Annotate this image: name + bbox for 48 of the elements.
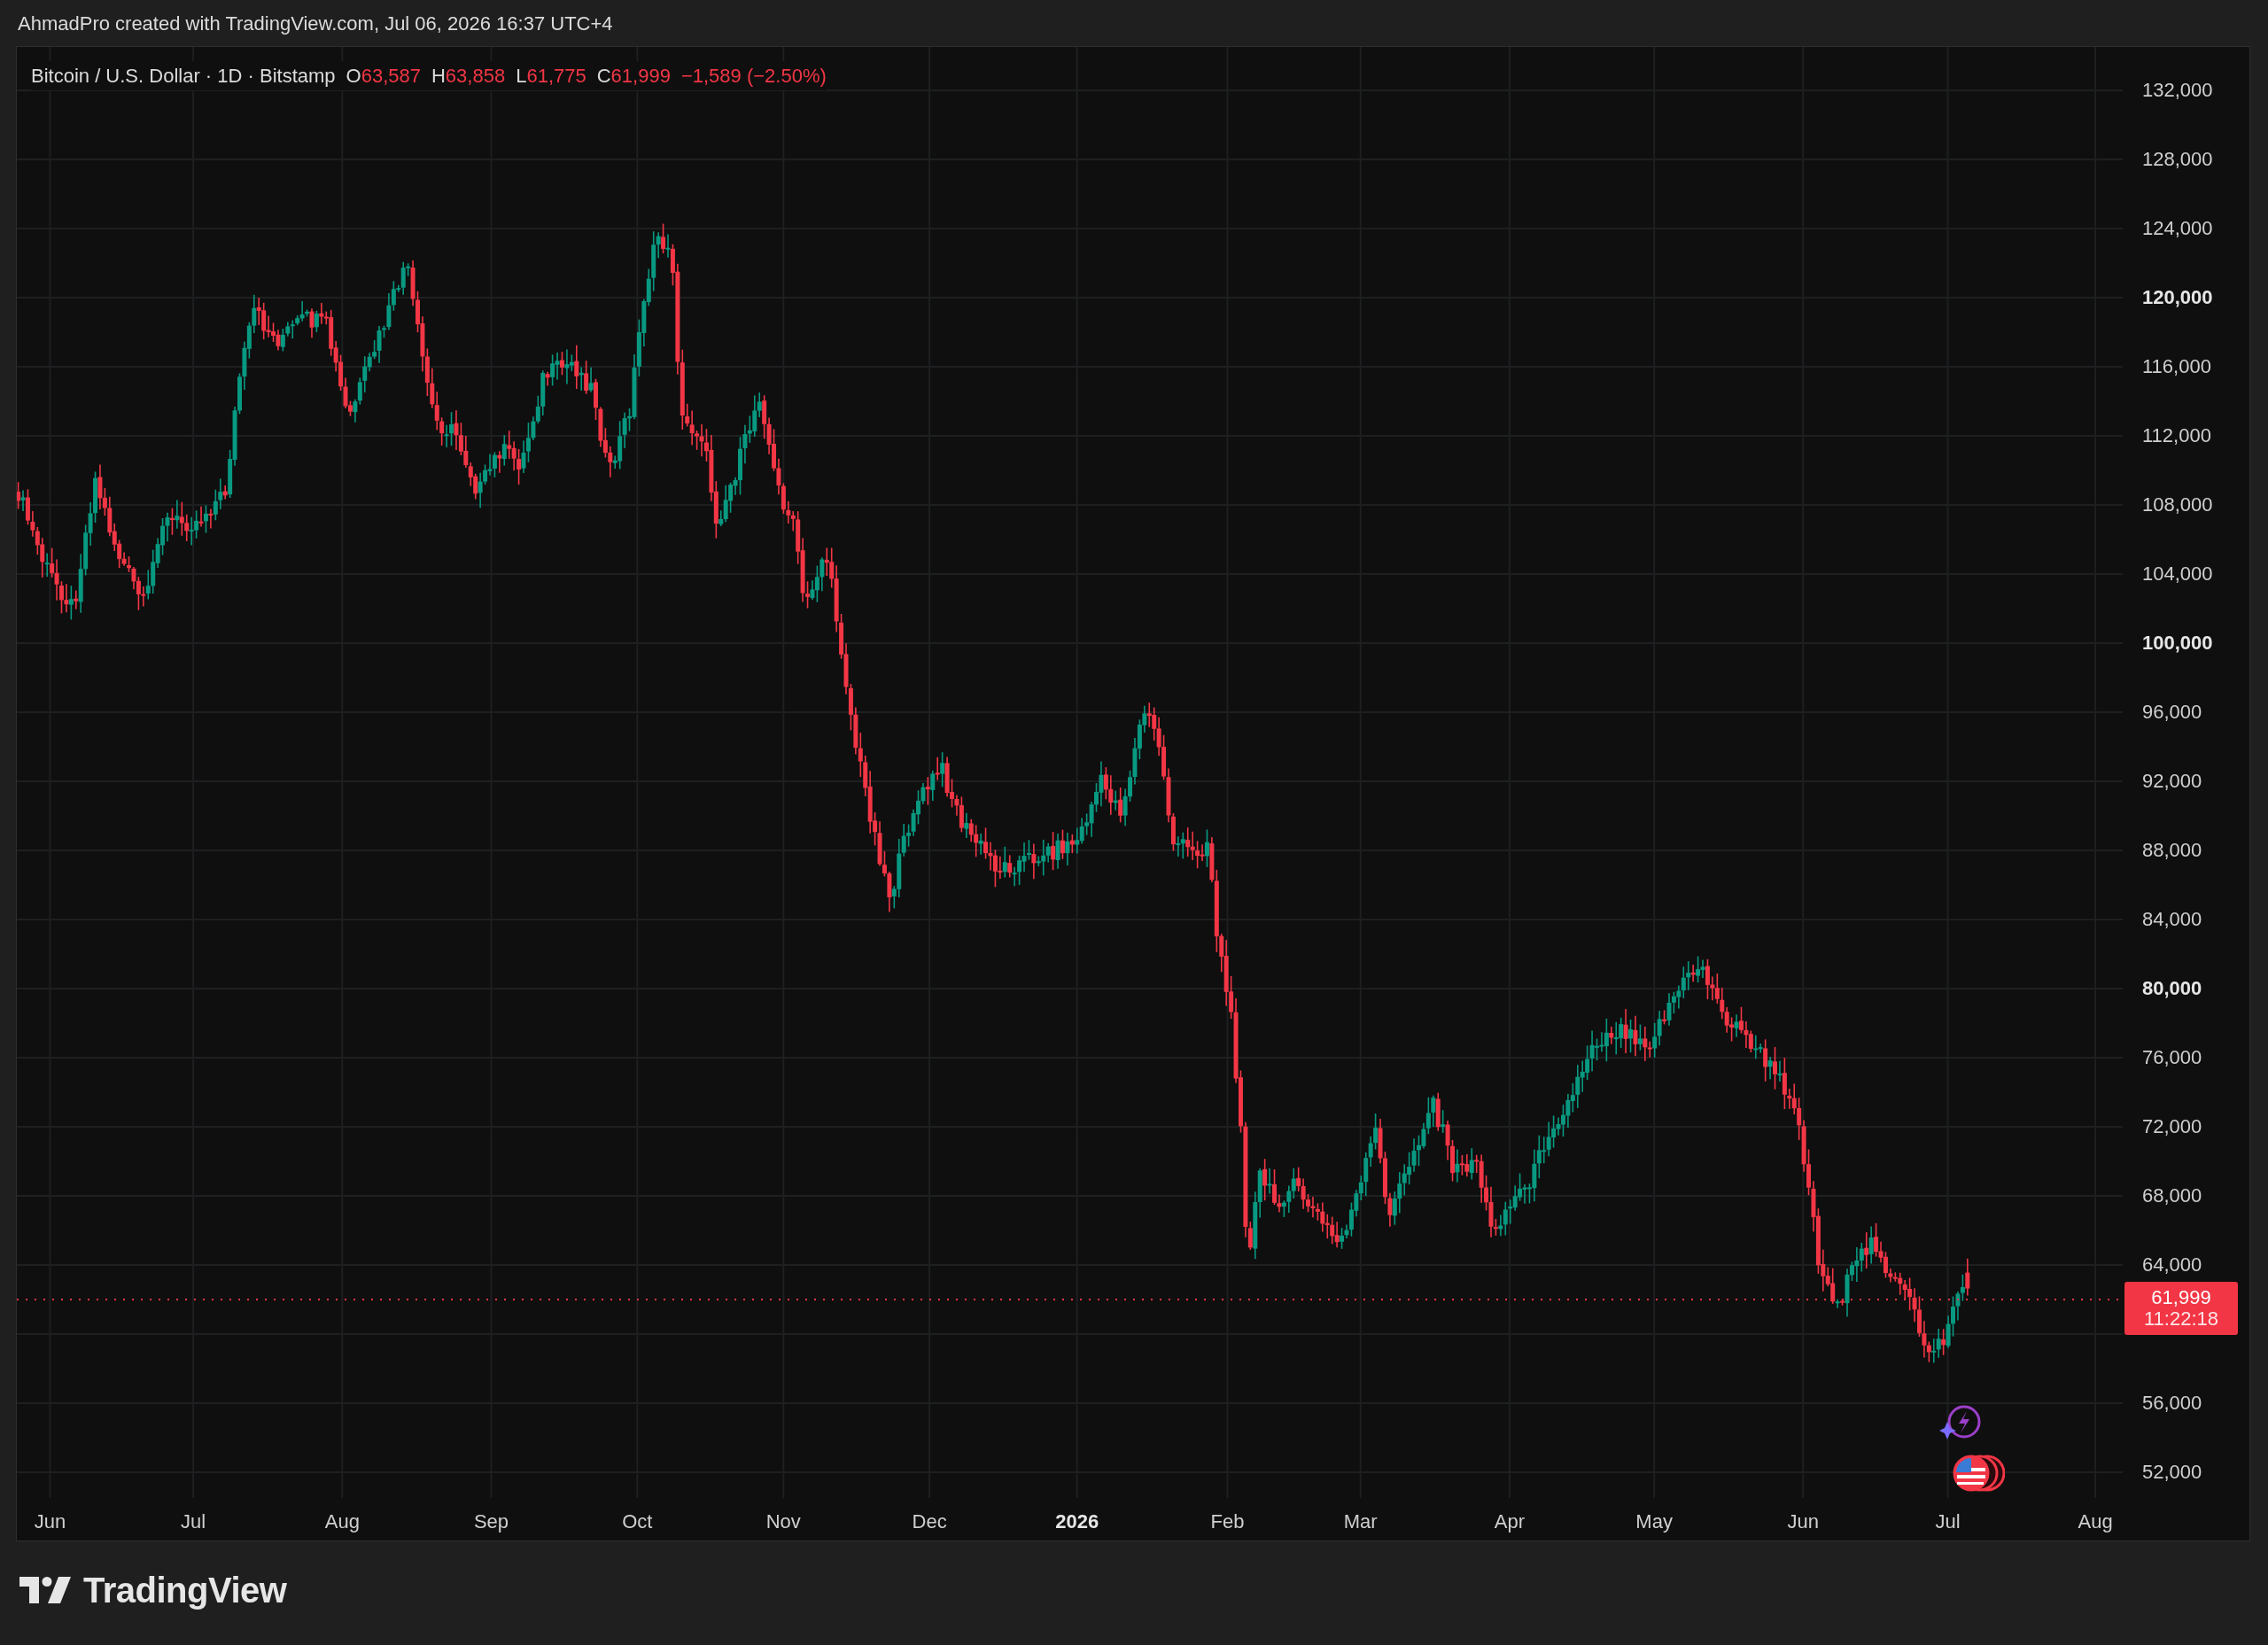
logo-icon	[19, 1577, 71, 1603]
price-tick-label: 124,000	[2142, 217, 2213, 240]
price-tick-label: 76,000	[2142, 1046, 2202, 1069]
ohlc-value: H63,858	[431, 64, 506, 89]
time-tick-label: Feb	[1210, 1509, 1245, 1534]
countdown-timer: 11:22:18	[2144, 1308, 2218, 1330]
ohlc-value: L61,775	[516, 64, 586, 89]
price-tick-label: 72,000	[2142, 1115, 2202, 1138]
time-tick-label: Jul	[181, 1509, 206, 1534]
price-tick-label: 116,000	[2142, 355, 2211, 378]
price-change: −1,589 (−2.50%)	[680, 64, 827, 89]
price-tick-label: 104,000	[2142, 563, 2213, 586]
brand-name: TradingView	[83, 1570, 287, 1611]
price-tick-label: 80,000	[2142, 977, 2202, 1000]
time-tick-label: Aug	[2078, 1509, 2113, 1534]
attribution-text: AhmadPro created with TradingView.com, Jul 06, 2026 16:37 UTC+4	[18, 11, 613, 36]
price-tick-label: 120,000	[2142, 286, 2213, 309]
time-tick-label: Nov	[765, 1509, 801, 1534]
price-tick-label: 64,000	[2142, 1253, 2202, 1276]
price-tick-label: 128,000	[2142, 148, 2213, 171]
price-tick-label: 100,000	[2142, 632, 2213, 655]
last-price-value: 61,999	[2151, 1287, 2211, 1308]
time-tick-label: Apr	[1494, 1509, 1525, 1534]
price-tick-label: 96,000	[2142, 701, 2202, 724]
time-tick-label: Jun	[1787, 1509, 1819, 1534]
price-tick-label: 52,000	[2142, 1461, 2202, 1484]
time-tick-label: 2026	[1055, 1509, 1099, 1534]
time-tick-label: Oct	[622, 1509, 653, 1534]
price-tick-label: 108,000	[2142, 493, 2213, 516]
time-tick-label: Aug	[324, 1509, 360, 1534]
price-tick-label: 88,000	[2142, 839, 2202, 862]
price-tick-label: 68,000	[2142, 1184, 2202, 1207]
symbol-title: Bitcoin / U.S. Dollar · 1D · Bitstamp	[31, 64, 336, 89]
lightning-icon	[1938, 1404, 1982, 1441]
flag-icon	[1952, 1454, 2006, 1493]
price-tick-label: 92,000	[2142, 770, 2202, 793]
time-tick-label: Mar	[1343, 1509, 1378, 1534]
price-tick-label: 84,000	[2142, 908, 2202, 931]
time-tick-label: Sep	[473, 1509, 509, 1534]
time-tick-label: Jun	[34, 1509, 66, 1534]
time-tick-label: Dec	[912, 1509, 947, 1534]
price-tick-label: 132,000	[2142, 79, 2213, 102]
time-tick-label: May	[1635, 1509, 1673, 1534]
price-tick-label: 112,000	[2142, 424, 2211, 447]
ohlc-value: C61,999	[596, 64, 671, 89]
time-tick-label: Jul	[1935, 1509, 1961, 1534]
ohlc-value: O63,587	[346, 64, 421, 89]
price-tick-label: 56,000	[2142, 1392, 2202, 1415]
